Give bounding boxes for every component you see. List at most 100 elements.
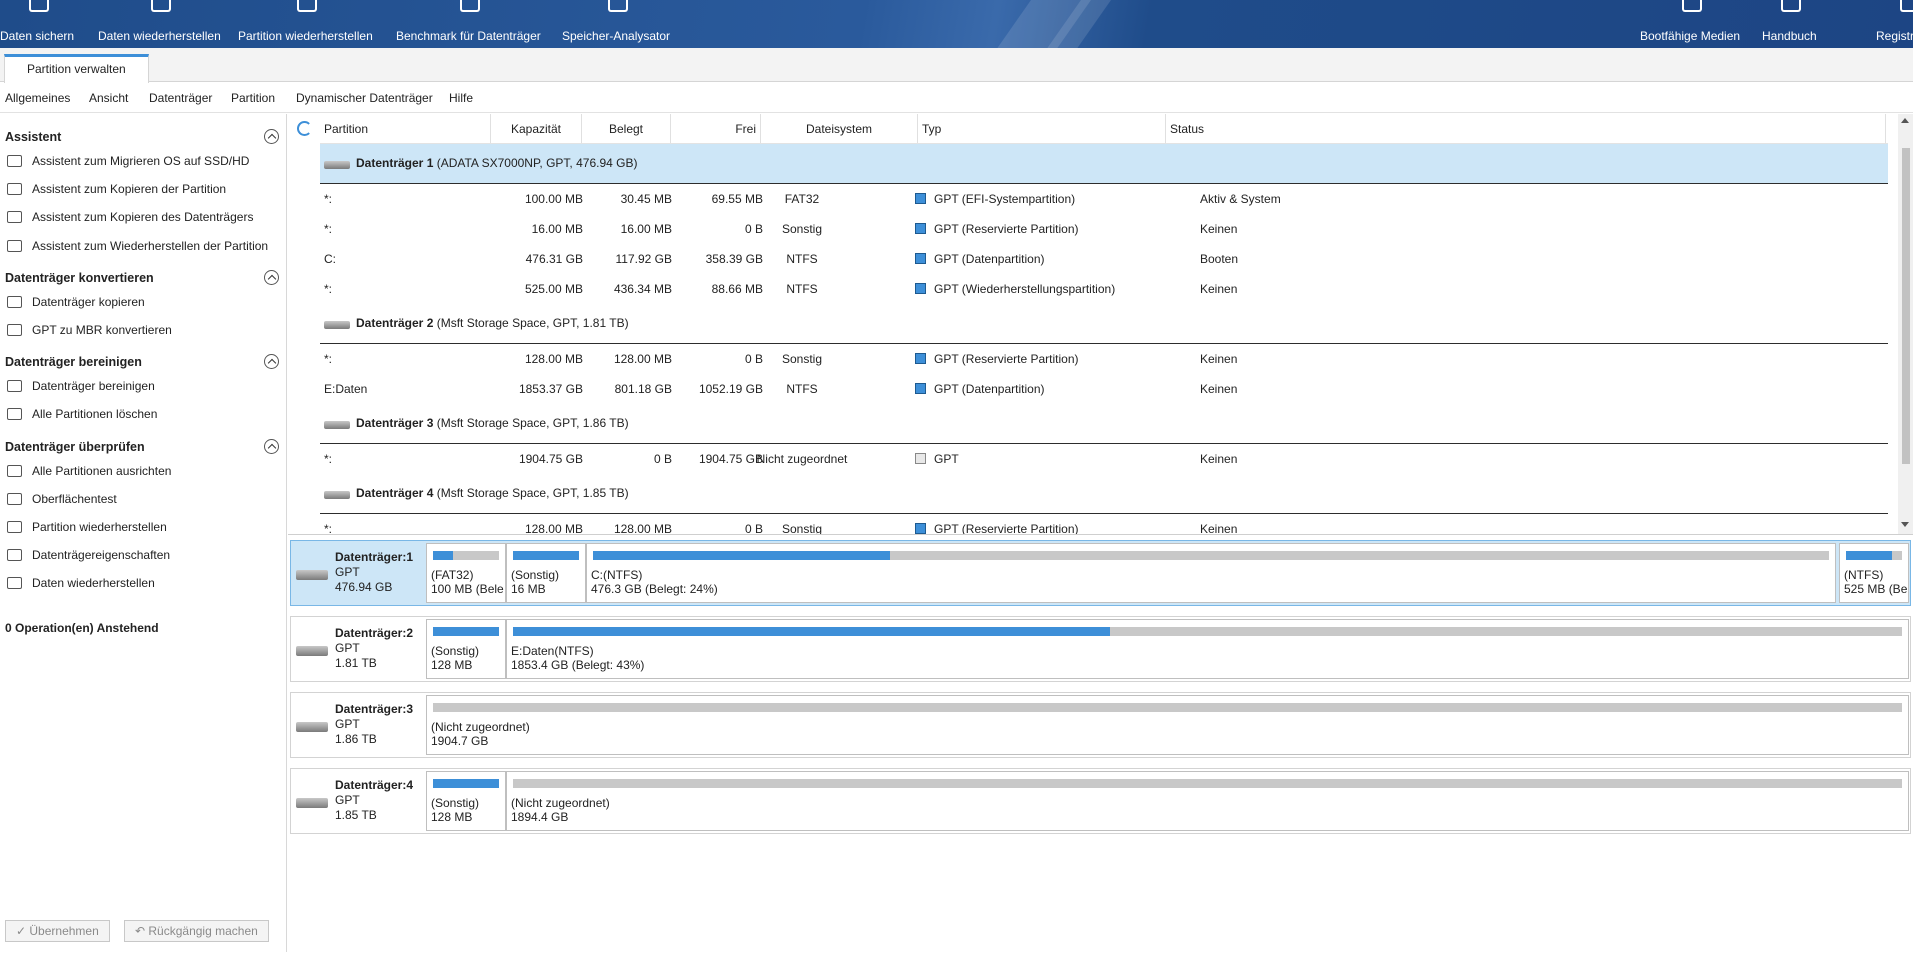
- disk-map-row[interactable]: Datenträger:2 GPT 1.81 TB (Sonstig) 128 MB E:…: [290, 616, 1911, 682]
- disk-row[interactable]: Datenträger 2 (Msft Storage Space, GPT, …: [320, 304, 1888, 344]
- sidebar-item[interactable]: Assistent zum Kopieren der Partition: [7, 182, 226, 200]
- table-row[interactable]: *: 1904.75 GB 0 B 1904.75 GB Nicht zugeordne…: [320, 444, 1888, 474]
- sidebar-item[interactable]: Oberflächentest: [7, 492, 117, 510]
- scroll-thumb[interactable]: [1902, 148, 1910, 464]
- table-row[interactable]: *: 128.00 MB 128.00 MB 0 B Sonstig GPT (Reser…: [320, 344, 1888, 374]
- table-row[interactable]: *: 100.00 MB 30.45 MB 69.55 MB FAT32 GPT (EFI…: [320, 184, 1888, 214]
- table-cell: Sonstig: [781, 222, 823, 236]
- toolbar-button-right-2[interactable]: Registrieren: [1876, 0, 1913, 48]
- menu-item-1[interactable]: Ansicht: [89, 91, 128, 105]
- toolbar-button-right-0[interactable]: Bootfähige Medien: [1640, 0, 1740, 48]
- partition-block[interactable]: (Sonstig) 128 MB: [426, 619, 506, 679]
- sidebar-item[interactable]: GPT zu MBR konvertieren: [7, 323, 172, 341]
- partition-block[interactable]: (FAT32) 100 MB (Bele: [426, 543, 506, 603]
- partition-block[interactable]: (Sonstig) 16 MB: [506, 543, 586, 603]
- partition-block[interactable]: (Nicht zugeordnet) 1894.4 GB: [506, 771, 1909, 831]
- sidebar-item-label: Assistent zum Wiederherstellen der Parti…: [32, 238, 269, 253]
- table-row[interactable]: *: 128.00 MB 128.00 MB 0 B Sonstig GPT (Reser…: [320, 514, 1888, 534]
- column-header[interactable]: Belegt: [582, 114, 671, 144]
- column-header[interactable]: Kapazität: [491, 114, 582, 144]
- table-cell: GPT (EFI-Systempartition): [915, 192, 1075, 206]
- main-toolbar: Daten sichern Daten wiederherstellen Parti…: [0, 0, 1913, 48]
- usage-bar-fill: [433, 627, 499, 636]
- table-row[interactable]: *: 525.00 MB 436.34 MB 88.66 MB NTFS GPT (Wie…: [320, 274, 1888, 304]
- usage-bar: [433, 551, 499, 560]
- sidebar-item[interactable]: Assistent zum Kopieren des Datenträgers: [7, 210, 253, 228]
- sidebar-item[interactable]: Assistent zum Wiederherstellen der Parti…: [7, 239, 268, 257]
- toolbar-button-0[interactable]: Daten sichern: [0, 0, 74, 48]
- partition-block[interactable]: (Sonstig) 128 MB: [426, 771, 506, 831]
- partition-block[interactable]: (NTFS)525 MB (Bele: [1839, 543, 1909, 603]
- sidebar-item[interactable]: Daten wiederherstellen: [7, 576, 155, 594]
- column-header[interactable]: Frei: [671, 114, 761, 144]
- sidebar-item[interactable]: Assistent zum Migrieren OS auf SSD/HD: [7, 154, 249, 172]
- collapse-icon[interactable]: [264, 354, 279, 370]
- apply-button[interactable]: ✓ Übernehmen: [5, 920, 110, 942]
- sidebar-item[interactable]: Alle Partitionen löschen: [7, 407, 157, 425]
- menu-item-3[interactable]: Partition: [231, 91, 275, 105]
- column-header[interactable]: Partition: [320, 114, 491, 144]
- column-header[interactable]: Typ: [918, 114, 1166, 144]
- action-icon: [7, 239, 22, 252]
- table-cell: *:: [324, 352, 333, 366]
- column-header[interactable]: Status: [1166, 114, 1886, 144]
- collapse-icon[interactable]: [264, 269, 279, 285]
- table-row[interactable]: C: 476.31 GB 117.92 GB 358.39 GB NTFS GPT (Da…: [320, 244, 1888, 274]
- toolbar-button-4[interactable]: Speicher-Analysator: [562, 0, 670, 48]
- table-cell: *:: [324, 522, 333, 534]
- disk-map-row[interactable]: Datenträger:4 GPT 1.85 TB (Sonstig) 128 MB (N…: [290, 768, 1911, 834]
- table-cell: GPT (Reservierte Partition): [915, 522, 1079, 534]
- disk-icon: [324, 321, 350, 329]
- toolbar-button-label: Speicher-Analysator: [562, 29, 671, 43]
- toolbar-button-1[interactable]: Daten wiederherstellen: [98, 0, 221, 48]
- column-header[interactable]: Dateisystem: [761, 114, 918, 144]
- disk-row[interactable]: Datenträger 3 (Msft Storage Space, GPT, …: [320, 404, 1888, 444]
- collapse-icon[interactable]: [264, 129, 279, 144]
- disk-title: Datenträger 3 (Msft Storage Space, GPT, …: [356, 416, 629, 430]
- disk-detail: (Msft Storage Space, GPT, 1.81 TB): [433, 316, 629, 330]
- sidebar-item[interactable]: Alle Partitionen ausrichten: [7, 464, 171, 482]
- sidebar-item[interactable]: Partition wiederherstellen: [7, 520, 167, 538]
- partition-block[interactable]: (Nicht zugeordnet) 1904.7 GB: [426, 695, 1909, 755]
- data-recovery-icon: [148, 0, 172, 14]
- disk-map-row[interactable]: Datenträger:1 GPT 476.94 GB (FAT32) 100 MB (…: [290, 540, 1911, 606]
- disk-title: Datenträger 2 (Msft Storage Space, GPT, …: [356, 316, 629, 330]
- table-cell: GPT (Datenpartition): [915, 252, 1045, 266]
- table-row[interactable]: E:Daten 1853.37 GB 801.18 GB 1052.19 GB NTFS…: [320, 374, 1888, 404]
- menu-item-2[interactable]: Datenträger: [149, 91, 212, 105]
- table-cell: NTFS: [786, 282, 818, 296]
- toolbar-button-3[interactable]: Benchmark für Datenträger: [396, 0, 541, 48]
- sidebar-item-label: Alle Partitionen ausrichten: [32, 463, 172, 478]
- disk-row[interactable]: Datenträger 4 (Msft Storage Space, GPT, …: [320, 474, 1888, 514]
- partition-block[interactable]: C:(NTFS) 476.3 GB (Belegt: 24%): [586, 543, 1836, 603]
- action-icon: [7, 521, 22, 533]
- undo-button[interactable]: ↶ Rückgängig machen: [124, 920, 269, 942]
- table-cell: Aktiv & System: [1200, 192, 1281, 206]
- partition-block-size: 16 MB: [511, 582, 546, 596]
- menu-item-4[interactable]: Dynamischer Datenträger: [296, 91, 433, 105]
- disk-map-row[interactable]: Datenträger:3 GPT 1.86 TB (Nicht zugeordnet…: [290, 692, 1911, 758]
- disk-map-info: Datenträger:1 GPT 476.94 GB: [291, 541, 419, 605]
- sidebar-item[interactable]: Datenträger bereinigen: [7, 379, 155, 397]
- partition-block-size: 476.3 GB (Belegt: 24%): [591, 582, 718, 596]
- partition-block-label: (FAT32): [431, 568, 474, 582]
- collapse-icon[interactable]: [264, 438, 279, 454]
- scroll-up-icon[interactable]: [1901, 118, 1909, 123]
- refresh-icon[interactable]: [297, 121, 312, 136]
- table-cell: 476.31 GB: [525, 252, 583, 266]
- tab-partition-manage[interactable]: Partition verwalten: [4, 54, 149, 83]
- scroll-down-icon[interactable]: [1901, 522, 1909, 527]
- toolbar-button-right-1[interactable]: Handbuch: [1762, 0, 1817, 48]
- sidebar-item[interactable]: Datenträger kopieren: [7, 295, 145, 313]
- table-scrollbar[interactable]: [1898, 114, 1913, 534]
- table-cell: 525.00 MB: [524, 282, 583, 296]
- disk-row[interactable]: Datenträger 1 (ADATA SX7000NP, GPT, 476.…: [320, 144, 1888, 184]
- table-row[interactable]: *: 16.00 MB 16.00 MB 0 B Sonstig GPT (Reservi…: [320, 214, 1888, 244]
- table-cell: 16.00 MB: [531, 222, 583, 236]
- menu-item-5[interactable]: Hilfe: [449, 91, 473, 105]
- toolbar-button-2[interactable]: Partition wiederherstellen: [238, 0, 373, 48]
- table-cell: 100.00 MB: [524, 192, 583, 206]
- partition-block[interactable]: E:Daten(NTFS) 1853.4 GB (Belegt: 43%): [506, 619, 1909, 679]
- sidebar-item[interactable]: Datenträgereigenschaften: [7, 548, 170, 566]
- menu-item-0[interactable]: Allgemeines: [5, 91, 70, 105]
